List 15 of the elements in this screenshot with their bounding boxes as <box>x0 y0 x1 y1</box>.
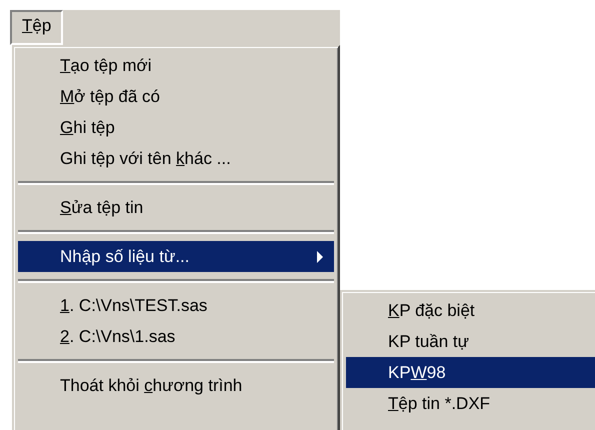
menu-item[interactable]: Mở tệp đã có <box>18 81 334 112</box>
menu-item[interactable]: Nhập số liệu từ... <box>18 241 334 272</box>
menu-item[interactable]: Tệp tin *.DXF <box>346 388 595 419</box>
menu-title[interactable]: Tệp <box>10 10 64 45</box>
menu-item[interactable]: Thoát khỏi chương trình <box>18 370 334 401</box>
menu-item[interactable]: Ghi tệp <box>18 112 334 143</box>
menu-item[interactable]: KPW98 <box>346 357 595 388</box>
menu-item[interactable]: 1. C:\Vns\TEST.sas <box>18 290 334 321</box>
menu-item[interactable]: KP tuần tự <box>346 326 595 357</box>
menu-item[interactable]: 2. C:\Vns\1.sas <box>18 321 334 352</box>
menu-item[interactable]: Ghi tệp với tên khác ... <box>18 143 334 174</box>
menu-item[interactable]: Tạo tệp mới <box>18 50 334 81</box>
menu-item[interactable]: Sửa tệp tin <box>18 192 334 223</box>
submenu-arrow-icon <box>316 250 324 264</box>
menu-item[interactable]: KP đặc biệt <box>346 295 595 326</box>
